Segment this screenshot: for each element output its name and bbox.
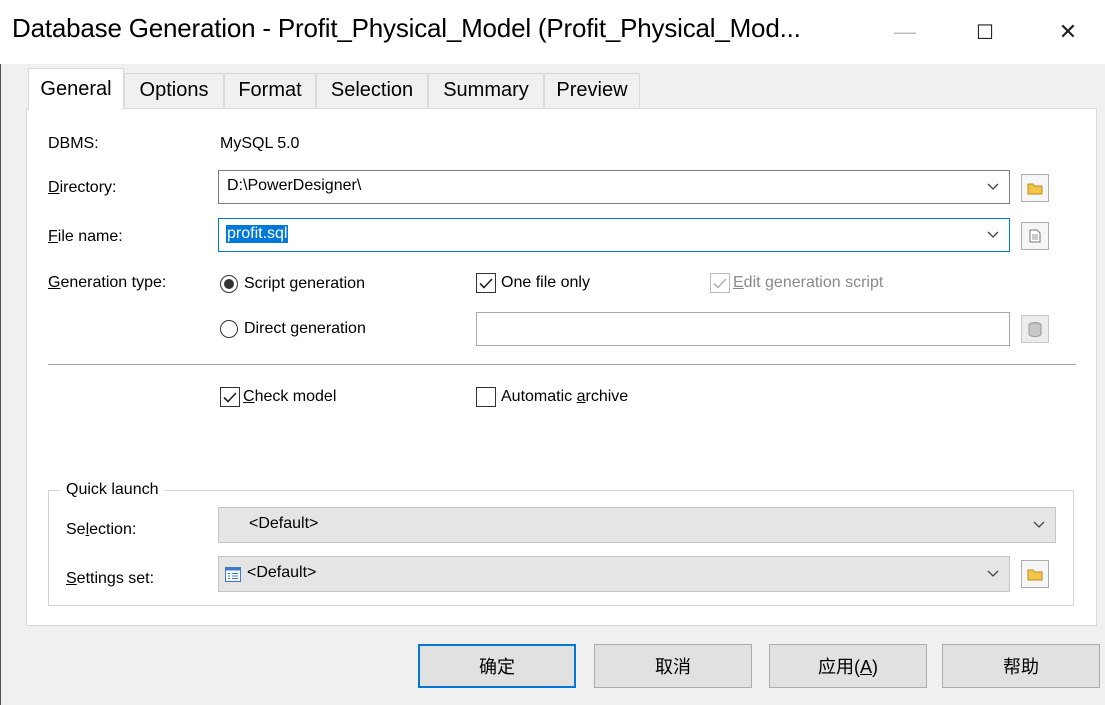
tab-label: Summary (443, 79, 529, 101)
directory-value: D:\PowerDesigner\ (227, 177, 362, 194)
ok-label: 确定 (479, 657, 515, 677)
help-button[interactable]: 帮助 (942, 644, 1100, 688)
script-generation-label: Script generation (244, 275, 365, 292)
directory-label: Directory: (48, 179, 117, 196)
dbms-label: DBMS: (48, 135, 99, 152)
chevron-down-icon[interactable] (983, 225, 1003, 245)
tab-general[interactable]: General (28, 68, 124, 110)
help-label: 帮助 (1003, 657, 1039, 677)
tab-selection[interactable]: Selection (316, 73, 428, 107)
one-file-only-label: One file only (501, 274, 590, 291)
close-icon: ✕ (1058, 19, 1078, 44)
minimize-button[interactable]: — (875, 0, 935, 64)
cancel-button[interactable]: 取消 (594, 644, 752, 688)
file-name-label: File name: (48, 228, 123, 245)
automatic-archive-label: Automatic archive (501, 388, 629, 405)
window-left-border (0, 64, 1, 705)
tab-format[interactable]: Format (224, 73, 316, 107)
tab-summary[interactable]: Summary (428, 73, 544, 107)
maximize-button[interactable]: ☐ (955, 0, 1015, 64)
tab-label: Format (238, 79, 302, 101)
chevron-down-icon[interactable] (983, 177, 1003, 197)
tab-preview[interactable]: Preview (544, 73, 640, 107)
direct-generation-label: Direct generation (244, 320, 366, 337)
dbms-value: MySQL 5.0 (220, 135, 300, 152)
automatic-archive-checkbox[interactable]: Automatic archive (476, 387, 628, 407)
tab-label: Options (139, 79, 209, 101)
cancel-label: 取消 (655, 657, 691, 677)
settings-set-value: <Default> (247, 564, 317, 581)
document-icon (1029, 229, 1041, 243)
script-generation-radio[interactable]: Script generation (220, 275, 365, 293)
edit-generation-script-label: Edit generation script (733, 274, 884, 291)
file-name-value[interactable]: profit.sql (226, 225, 289, 243)
window-title: Database Generation - Profit_Physical_Mo… (12, 13, 801, 43)
settings-list-icon (225, 567, 241, 582)
direct-generation-button[interactable] (1021, 315, 1049, 343)
generation-type-label: Generation type: (48, 274, 167, 291)
folder-icon (1027, 183, 1043, 194)
title-bar: Database Generation - Profit_Physical_Mo… (0, 0, 1105, 64)
one-file-only-checkbox[interactable]: One file only (476, 273, 590, 293)
database-icon (1028, 321, 1042, 337)
direct-generation-radio[interactable]: Direct generation (220, 320, 366, 338)
tab-label: Selection (330, 79, 414, 101)
close-button[interactable]: ✕ (1038, 0, 1098, 64)
ok-button[interactable]: 确定 (418, 644, 576, 688)
file-name-combo[interactable]: profit.sql (218, 218, 1010, 252)
edit-generation-script-checkbox[interactable]: Edit generation script (710, 273, 883, 293)
tab-options[interactable]: Options (124, 73, 224, 107)
check-model-label: Check model (243, 388, 337, 405)
apply-button[interactable]: 应用(A) (769, 644, 927, 688)
check-model-checkbox[interactable]: Check model (220, 387, 336, 407)
minimize-icon: — (894, 19, 916, 44)
directory-combo[interactable]: D:\PowerDesigner\ (218, 170, 1010, 204)
selection-label: Selection: (66, 521, 137, 538)
folder-icon (1027, 569, 1043, 580)
selection-combo[interactable]: <Default> (218, 507, 1056, 543)
browse-settings-button[interactable] (1021, 560, 1049, 588)
settings-set-label: Settings set: (66, 570, 155, 587)
selection-value: <Default> (249, 515, 319, 532)
settings-set-combo[interactable]: <Default> (218, 556, 1010, 592)
tab-label: General (40, 78, 112, 100)
quick-launch-title: Quick launch (60, 481, 165, 499)
file-name-button[interactable] (1021, 222, 1049, 250)
separator (48, 364, 1076, 365)
chevron-down-icon[interactable] (983, 564, 1003, 584)
maximize-icon: ☐ (976, 21, 994, 44)
browse-directory-button[interactable] (1021, 174, 1049, 202)
chevron-down-icon[interactable] (1029, 515, 1049, 535)
tab-label: Preview (556, 79, 628, 101)
direct-generation-field[interactable] (476, 312, 1010, 346)
apply-label: 应用(A) (817, 657, 878, 677)
